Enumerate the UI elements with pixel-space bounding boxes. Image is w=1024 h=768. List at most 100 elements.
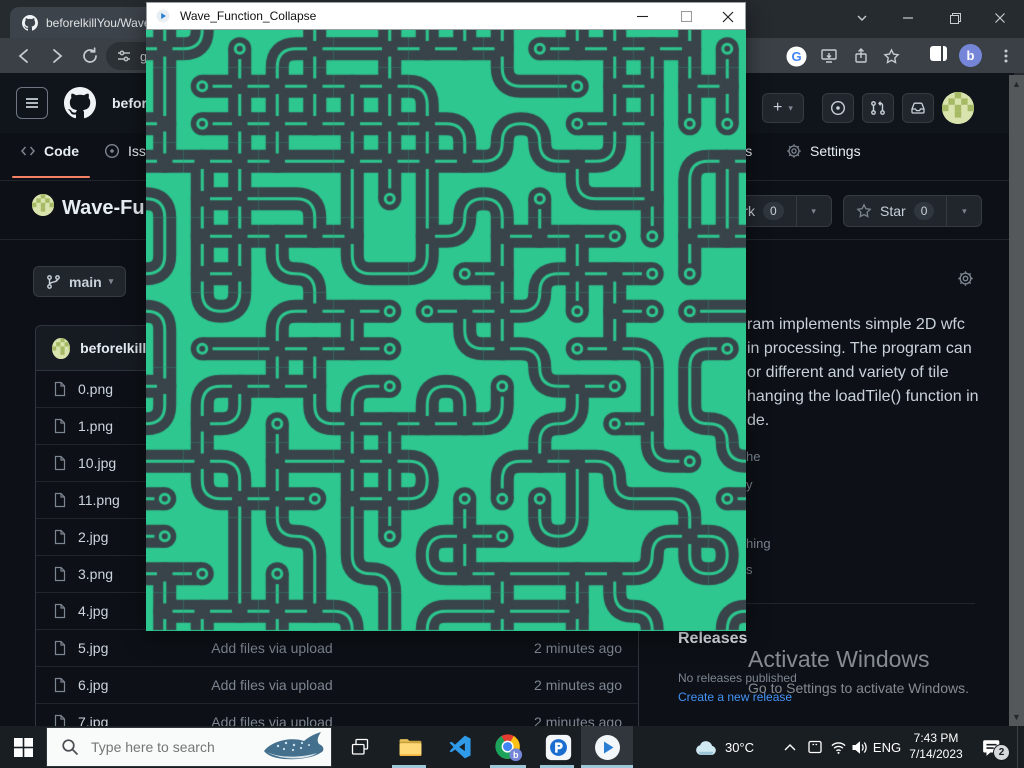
star-button[interactable]: Star 0 ▾ (843, 195, 982, 227)
about-line: ram implements simple 2D wfc (747, 313, 965, 337)
tray-chevron-icon[interactable] (779, 726, 801, 768)
scroll-up-icon[interactable]: ▲ (1009, 79, 1024, 89)
desktop: beforelkillYou/Wave github.com G (0, 0, 1024, 768)
file-icon (52, 566, 68, 582)
star-count: 0 (914, 202, 935, 220)
wfc-window: Wave_Function_Collapse (146, 2, 746, 631)
github-favicon (22, 15, 38, 31)
about-gear-icon[interactable] (957, 270, 974, 287)
user-avatar[interactable] (942, 92, 974, 124)
file-icon (52, 529, 68, 545)
create-release-link[interactable]: Create a new release (678, 690, 792, 704)
side-panel-icon[interactable] (930, 46, 947, 61)
scroll-down-icon[interactable]: ▼ (1009, 712, 1024, 722)
about-fragment: he (746, 449, 760, 464)
fork-count: 0 (763, 202, 784, 220)
vscode-button[interactable] (440, 726, 480, 768)
share-icon[interactable] (849, 43, 875, 69)
releases-empty-text: No releases published (678, 671, 797, 685)
file-icon (52, 381, 68, 397)
pull-requests-icon[interactable] (862, 93, 894, 123)
file-icon (52, 455, 68, 471)
task-view-button[interactable] (340, 726, 380, 768)
file-name[interactable]: 5.jpg (78, 640, 201, 656)
clock-time: 7:43 PM (903, 730, 969, 746)
browser-restore-button[interactable] (940, 6, 970, 30)
reload-button[interactable] (77, 43, 103, 69)
show-desktop-button[interactable] (1017, 726, 1024, 768)
about-line: in processing. The program can (747, 337, 972, 361)
file-name[interactable]: 6.jpg (78, 677, 201, 693)
wfc-titlebar[interactable]: Wave_Function_Collapse (146, 2, 746, 30)
about-fragment: s (746, 562, 753, 577)
about-fragment: hing (746, 536, 771, 551)
branch-selector[interactable]: main▾ (33, 266, 126, 297)
file-icon (52, 677, 68, 693)
wifi-icon[interactable] (827, 726, 849, 768)
start-button[interactable] (0, 726, 46, 768)
create-new-button[interactable]: +▾ (762, 93, 804, 123)
issues-header-icon[interactable] (822, 93, 854, 123)
clock[interactable]: 7:43 PM 7/14/2023 (903, 730, 969, 762)
wfc-minimize-button[interactable] (625, 3, 659, 30)
bookmark-star-icon[interactable] (878, 43, 904, 69)
committer-avatar[interactable] (52, 338, 70, 359)
branch-icon (46, 274, 62, 290)
file-commit-message[interactable]: Add files via upload (211, 677, 524, 693)
star-icon (856, 203, 872, 219)
wfc-canvas (146, 30, 746, 631)
file-row[interactable]: 6.jpg Add files via upload 2 minutes ago (36, 667, 638, 704)
processing-button[interactable] (538, 726, 578, 768)
chrome-button[interactable]: b (488, 726, 528, 768)
sketch-icon (156, 9, 170, 23)
site-settings-icon[interactable] (116, 48, 132, 64)
wfc-close-button[interactable] (711, 3, 745, 30)
back-button[interactable] (11, 43, 37, 69)
whale-image[interactable] (260, 729, 326, 765)
star-dropdown[interactable]: ▾ (946, 196, 981, 226)
temperature: 30°C (725, 740, 754, 755)
about-line: de. (747, 409, 769, 433)
volume-icon[interactable] (848, 726, 870, 768)
github-logo[interactable] (64, 87, 96, 119)
file-icon (52, 640, 68, 656)
releases-heading: Releases (678, 630, 747, 648)
file-row[interactable]: 5.jpg Add files via upload 2 minutes ago (36, 630, 638, 667)
svg-text:G: G (791, 49, 801, 64)
notification-badge: 2 (993, 744, 1010, 761)
browser-close-button[interactable] (985, 6, 1015, 30)
file-commit-time: 2 minutes ago (534, 640, 622, 656)
tab-search-chevron-icon[interactable] (847, 6, 877, 30)
file-icon (52, 418, 68, 434)
forward-button[interactable] (44, 43, 70, 69)
hamburger-menu-button[interactable] (16, 87, 48, 119)
browser-menu-icon[interactable] (993, 43, 1019, 69)
tablet-mode-icon[interactable] (804, 726, 826, 768)
tab-title: beforelkillYou/Wave (46, 16, 151, 30)
install-icon[interactable] (816, 43, 842, 69)
active-tab-underline (12, 176, 90, 178)
about-line: or different and variety of tile (747, 361, 949, 385)
svg-text:b: b (512, 749, 518, 759)
taskbar: b 30°C ENG (0, 726, 1024, 768)
sketch-running-button[interactable] (581, 726, 633, 768)
file-commit-message[interactable]: Add files via upload (211, 640, 524, 656)
weather-widget[interactable]: 30°C (688, 726, 760, 768)
browser-minimize-button[interactable] (893, 6, 923, 30)
tab-code[interactable]: Code (20, 143, 79, 159)
wfc-maximize-button[interactable] (669, 3, 703, 30)
inbox-icon[interactable] (902, 93, 934, 123)
page-scrollbar[interactable]: ▲ ▼ (1009, 75, 1024, 726)
file-explorer-button[interactable] (390, 726, 430, 768)
about-line: hanging the loadTile() function in (747, 385, 979, 409)
taskbar-search[interactable] (46, 727, 332, 767)
gear-icon (786, 143, 802, 159)
cloud-icon (694, 739, 718, 756)
google-icon[interactable]: G (783, 43, 809, 69)
file-commit-time: 2 minutes ago (534, 677, 622, 693)
profile-avatar[interactable]: b (959, 44, 982, 67)
language-indicator[interactable]: ENG (871, 726, 903, 768)
tab-settings[interactable]: Settings (786, 143, 861, 159)
fork-dropdown[interactable]: ▾ (796, 196, 831, 226)
search-input[interactable] (89, 738, 258, 756)
